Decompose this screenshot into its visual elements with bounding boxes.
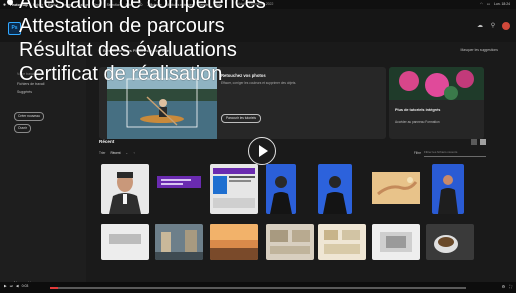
open-button[interactable]: Ouvrir xyxy=(14,124,31,133)
overlay-bullet-truncated: Attestation de compétences xyxy=(4,0,266,14)
grid-view-icon[interactable] xyxy=(480,139,486,145)
overlay-bullet: Attestation de parcours xyxy=(4,14,266,38)
menu-extras: ◠ ▭ Lun. 18:24 xyxy=(480,2,510,6)
recent-file-card[interactable]: close-up-photograph-of-girl-s... JPG xyxy=(372,164,420,232)
recent-file-card[interactable] xyxy=(318,224,366,260)
recent-heading: Récent xyxy=(99,139,115,144)
file-thumbnail xyxy=(372,164,420,214)
cloud-icon[interactable]: ☁ xyxy=(476,22,484,30)
sort-select[interactable]: Récent xyxy=(110,151,120,155)
recent-file-card[interactable]: portrait.jpg JPG xyxy=(266,164,296,232)
avatar[interactable] xyxy=(502,22,510,30)
file-thumbnail xyxy=(372,224,420,260)
recent-file-card[interactable] xyxy=(155,224,203,260)
toolbar-right-icons: ☁ ⚲ xyxy=(476,22,510,30)
recent-file-card[interactable]: Capture d'écran 2022-03-11 à... PNG xyxy=(210,164,258,232)
sidebar-item-suggested[interactable]: Suggérés xyxy=(17,90,32,94)
overlay-bullet-text: Certificat de réalisation xyxy=(19,63,223,85)
controls-left: ▶ ⏭ ◀ 0:03 xyxy=(4,284,28,288)
file-thumbnail xyxy=(155,224,203,260)
file-thumbnail xyxy=(210,224,258,260)
overlay-bullet-text: Attestation de compétences xyxy=(19,0,266,13)
wifi-icon[interactable]: ◠ xyxy=(480,2,483,6)
sort-direction-icon[interactable]: ↑ xyxy=(133,151,135,155)
file-thumbnail xyxy=(155,164,203,214)
tutorials-card[interactable]: Plus de tutoriels intégrés Accéder au pa… xyxy=(389,67,484,139)
recent-file-card[interactable] xyxy=(372,224,420,260)
overlay-bullet: Résultat des évaluations xyxy=(4,38,266,62)
recent-file-card[interactable]: playing-man-holding-air-VINYL... JPG xyxy=(432,164,464,232)
file-thumbnail xyxy=(426,224,474,260)
recent-file-card[interactable] xyxy=(101,224,149,260)
file-thumbnail xyxy=(266,224,314,260)
overlay-bullet: Certificat de réalisation xyxy=(4,62,266,86)
filter-label: Filtre xyxy=(413,151,421,155)
file-thumbnail xyxy=(432,164,464,214)
hide-suggestions-link[interactable]: Masquer les suggestions xyxy=(460,48,498,52)
sort-label: Trier xyxy=(99,151,106,155)
fullscreen-icon[interactable]: ⛶ xyxy=(509,284,512,289)
overlay-bullet-text: Attestation de parcours xyxy=(19,15,225,37)
progress-bar[interactable] xyxy=(50,287,466,289)
recent-file-card[interactable]: Portrait avant-homme-masque... JPG xyxy=(101,164,149,232)
file-thumbnail xyxy=(266,164,296,214)
recent-file-card[interactable] xyxy=(210,224,258,260)
screen-recording: ● Photoshop Fichier Edition Image Calque… xyxy=(0,0,516,293)
play-icon xyxy=(259,145,268,157)
chevron-down-icon[interactable]: ⌄ xyxy=(126,151,129,155)
recent-file-card[interactable]: portrait-Récupéré-Personnel PSD xyxy=(318,164,352,232)
browse-tutorials-button[interactable]: Parcourir les tutoriels xyxy=(221,114,261,123)
battery-icon[interactable]: ▭ xyxy=(487,2,490,6)
controls-right: ⚙ ⛶ xyxy=(502,284,512,289)
volume-icon[interactable]: ◀ xyxy=(16,284,19,288)
learn-panel-link[interactable]: Accéder au panneau Formation xyxy=(395,120,440,124)
recent-file-card[interactable] xyxy=(426,224,474,260)
recent-file-card[interactable] xyxy=(266,224,314,260)
file-thumbnail xyxy=(210,164,258,214)
overlay-bullet-list: Attestation de compétences Attestation d… xyxy=(4,0,266,86)
elapsed-time: 0:03 xyxy=(21,284,29,288)
bullet-dot-icon xyxy=(7,0,13,5)
create-new-button[interactable]: Créer nouveau xyxy=(14,112,44,121)
list-view-icon[interactable] xyxy=(471,139,477,145)
recent-file-card[interactable]: Capture d'écran 2022-03-11 à... PNG xyxy=(155,164,203,232)
clock[interactable]: Lun. 18:24 xyxy=(494,2,510,6)
file-thumbnail xyxy=(101,164,149,214)
view-toggle xyxy=(471,139,486,145)
tutorials-title: Plus de tutoriels intégrés xyxy=(395,108,441,112)
play-button[interactable] xyxy=(248,137,276,165)
search-icon[interactable]: ⚲ xyxy=(489,22,497,30)
file-thumbnail xyxy=(101,224,149,260)
next-icon[interactable]: ⏭ xyxy=(10,284,13,288)
video-controls: ▶ ⏭ ◀ 0:03 ⚙ ⛶ xyxy=(0,282,516,293)
sort-controls: Trier Récent ⌄ ↑ xyxy=(99,151,135,155)
overlay-bullet-text: Résultat des évaluations xyxy=(19,39,237,61)
file-thumbnail xyxy=(318,164,352,214)
progress-fill xyxy=(50,287,59,289)
play-icon[interactable]: ▶ xyxy=(4,284,7,288)
settings-icon[interactable]: ⚙ xyxy=(502,284,506,289)
tutorial-flowers-image xyxy=(389,67,484,100)
file-thumbnail xyxy=(318,224,366,260)
filter-input[interactable]: Filtrer les fichiers récents xyxy=(424,150,486,157)
